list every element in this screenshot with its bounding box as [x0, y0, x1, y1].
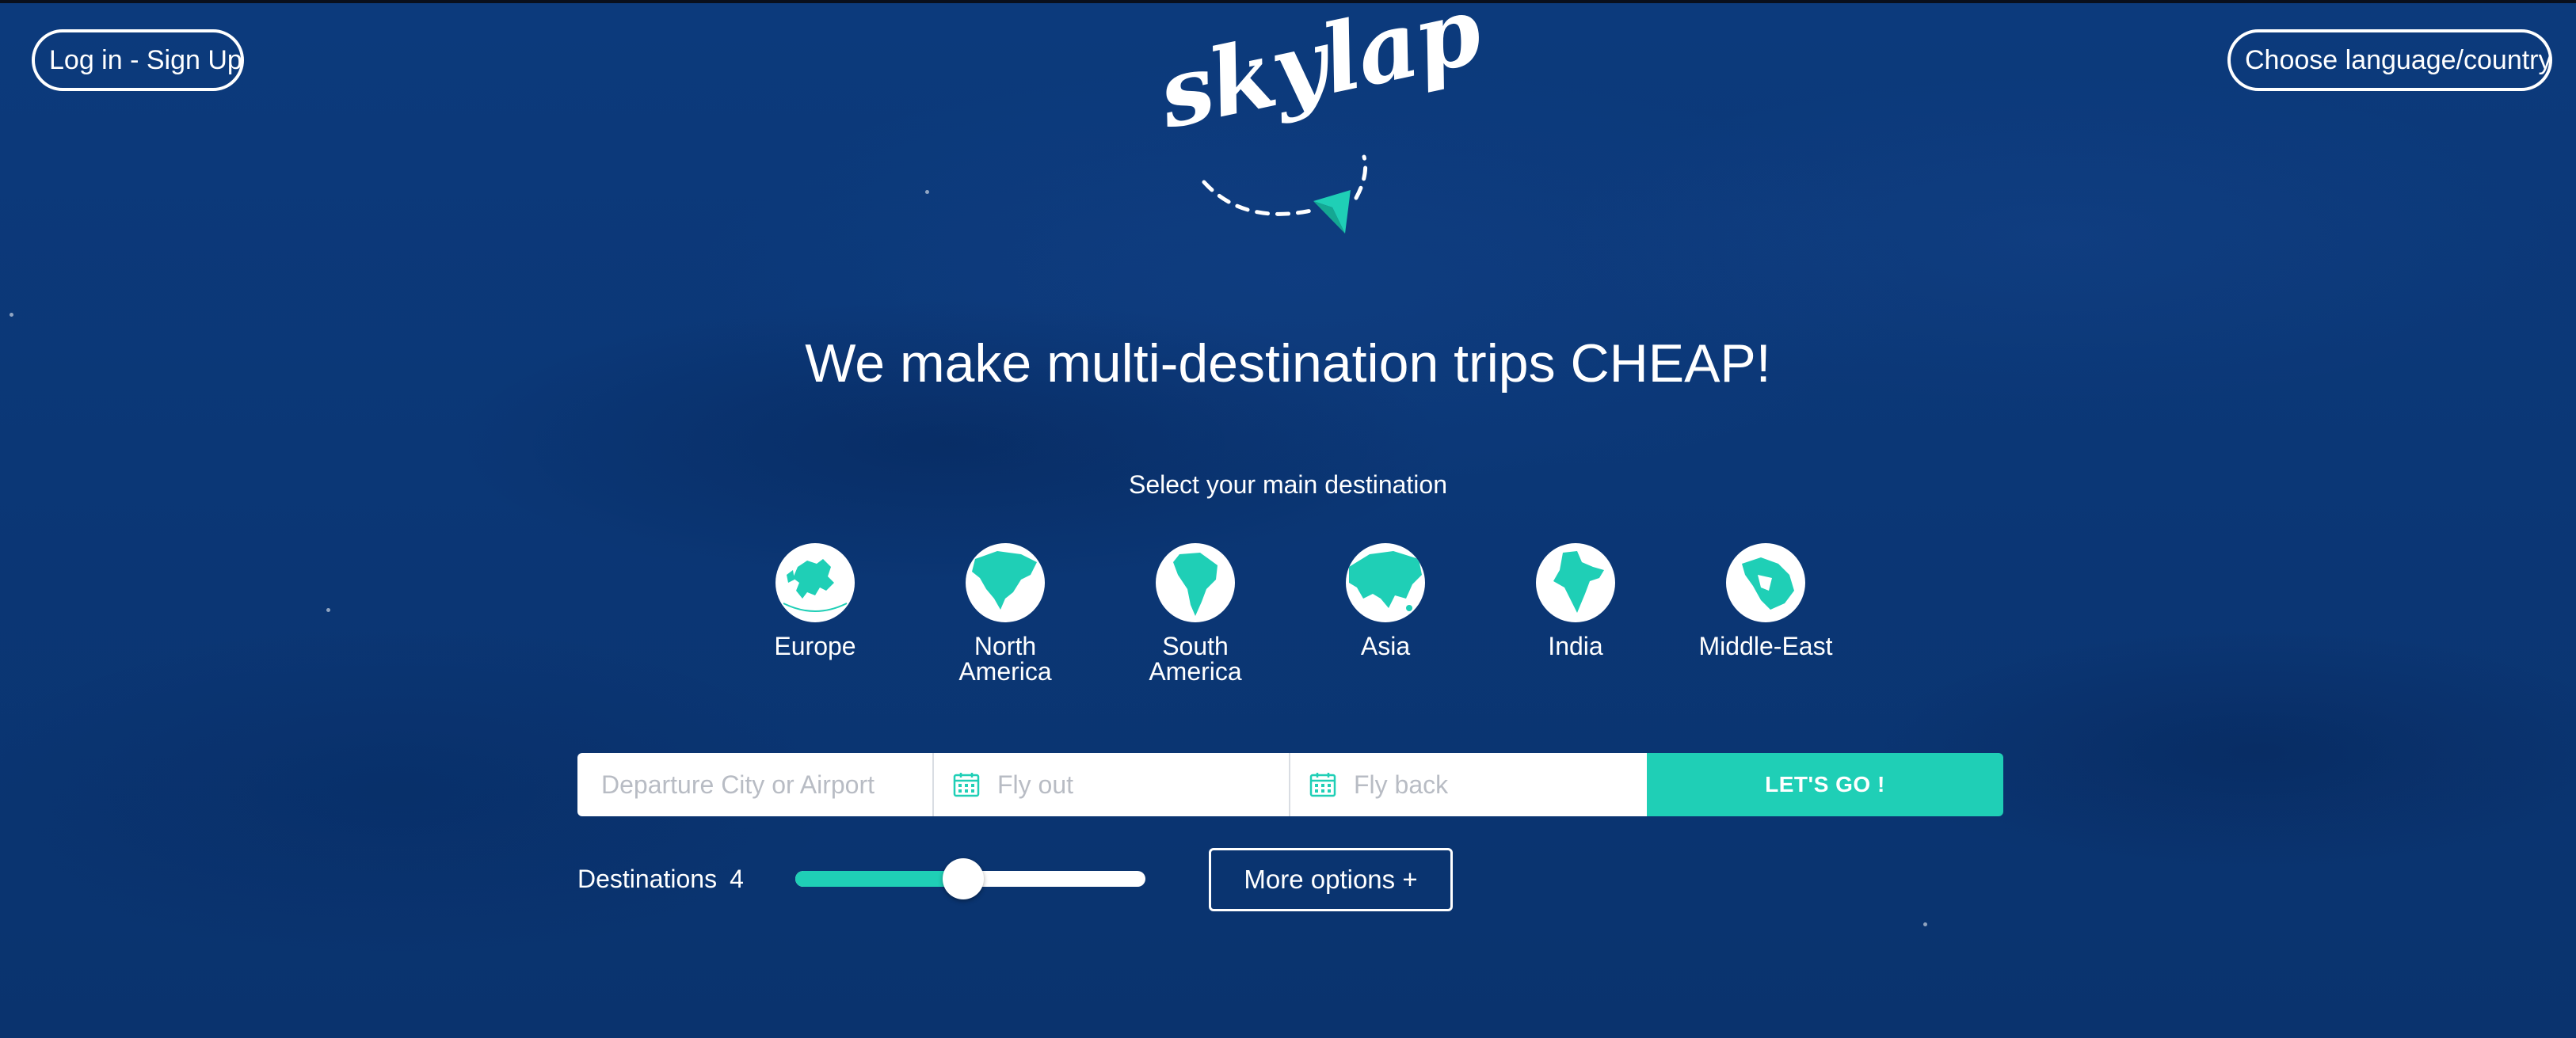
calendar-icon [953, 773, 980, 797]
background-speck [1923, 922, 1927, 926]
fly-out-input[interactable] [934, 753, 1289, 816]
search-bar: LET'S GO ! [577, 753, 2003, 816]
destination-middle-east[interactable]: Middle-East [1671, 543, 1861, 659]
more-options-button[interactable]: More options + [1209, 848, 1453, 911]
skylap-logo[interactable]: skylap [1149, 0, 1489, 245]
departure-input[interactable] [577, 753, 932, 816]
paper-plane-icon [1202, 154, 1368, 234]
destinations-slider[interactable] [795, 858, 1145, 899]
page-title: We make multi-destination trips CHEAP! [805, 333, 1771, 394]
top-border [0, 0, 2576, 3]
destination-label: Middle-East [1698, 632, 1833, 660]
destination-label: Europe [774, 632, 856, 660]
destination-india[interactable]: India [1480, 543, 1671, 659]
india-map-icon [1536, 543, 1615, 622]
calendar-icon [1309, 773, 1336, 797]
slider-fill [795, 871, 964, 887]
select-destination-prompt: Select your main destination [1129, 470, 1447, 499]
north-america-map-icon [966, 543, 1045, 622]
destinations-value: 4 [730, 865, 744, 893]
destination-south-america[interactable]: South America [1100, 543, 1290, 684]
lets-go-button[interactable]: LET'S GO ! [1647, 753, 2003, 816]
middle-east-map-icon [1726, 543, 1805, 622]
destination-north-america[interactable]: North America [910, 543, 1100, 684]
destination-label: India [1548, 632, 1603, 660]
south-america-map-icon [1156, 543, 1235, 622]
destination-europe[interactable]: Europe [720, 543, 910, 659]
destination-label: Asia [1360, 632, 1411, 660]
asia-map-icon [1346, 543, 1425, 622]
background-speck [925, 190, 929, 194]
departure-field [577, 753, 934, 816]
destinations-label: Destinations [577, 865, 718, 893]
destination-label: North America [958, 632, 1052, 686]
background-speck [326, 608, 330, 612]
fly-out-field [934, 753, 1290, 816]
slider-handle[interactable] [943, 858, 985, 899]
destination-label: South America [1149, 632, 1242, 686]
destinations-count: Destinations 4 [577, 861, 744, 896]
background-speck [10, 313, 13, 317]
fly-back-input[interactable] [1290, 753, 1647, 816]
fly-back-field [1290, 753, 1647, 816]
europe-map-icon [775, 543, 855, 622]
destination-asia[interactable]: Asia [1290, 543, 1480, 659]
choose-language-button[interactable]: Choose language/country [2227, 29, 2552, 91]
login-signup-button[interactable]: Log in - Sign Up [32, 29, 244, 91]
